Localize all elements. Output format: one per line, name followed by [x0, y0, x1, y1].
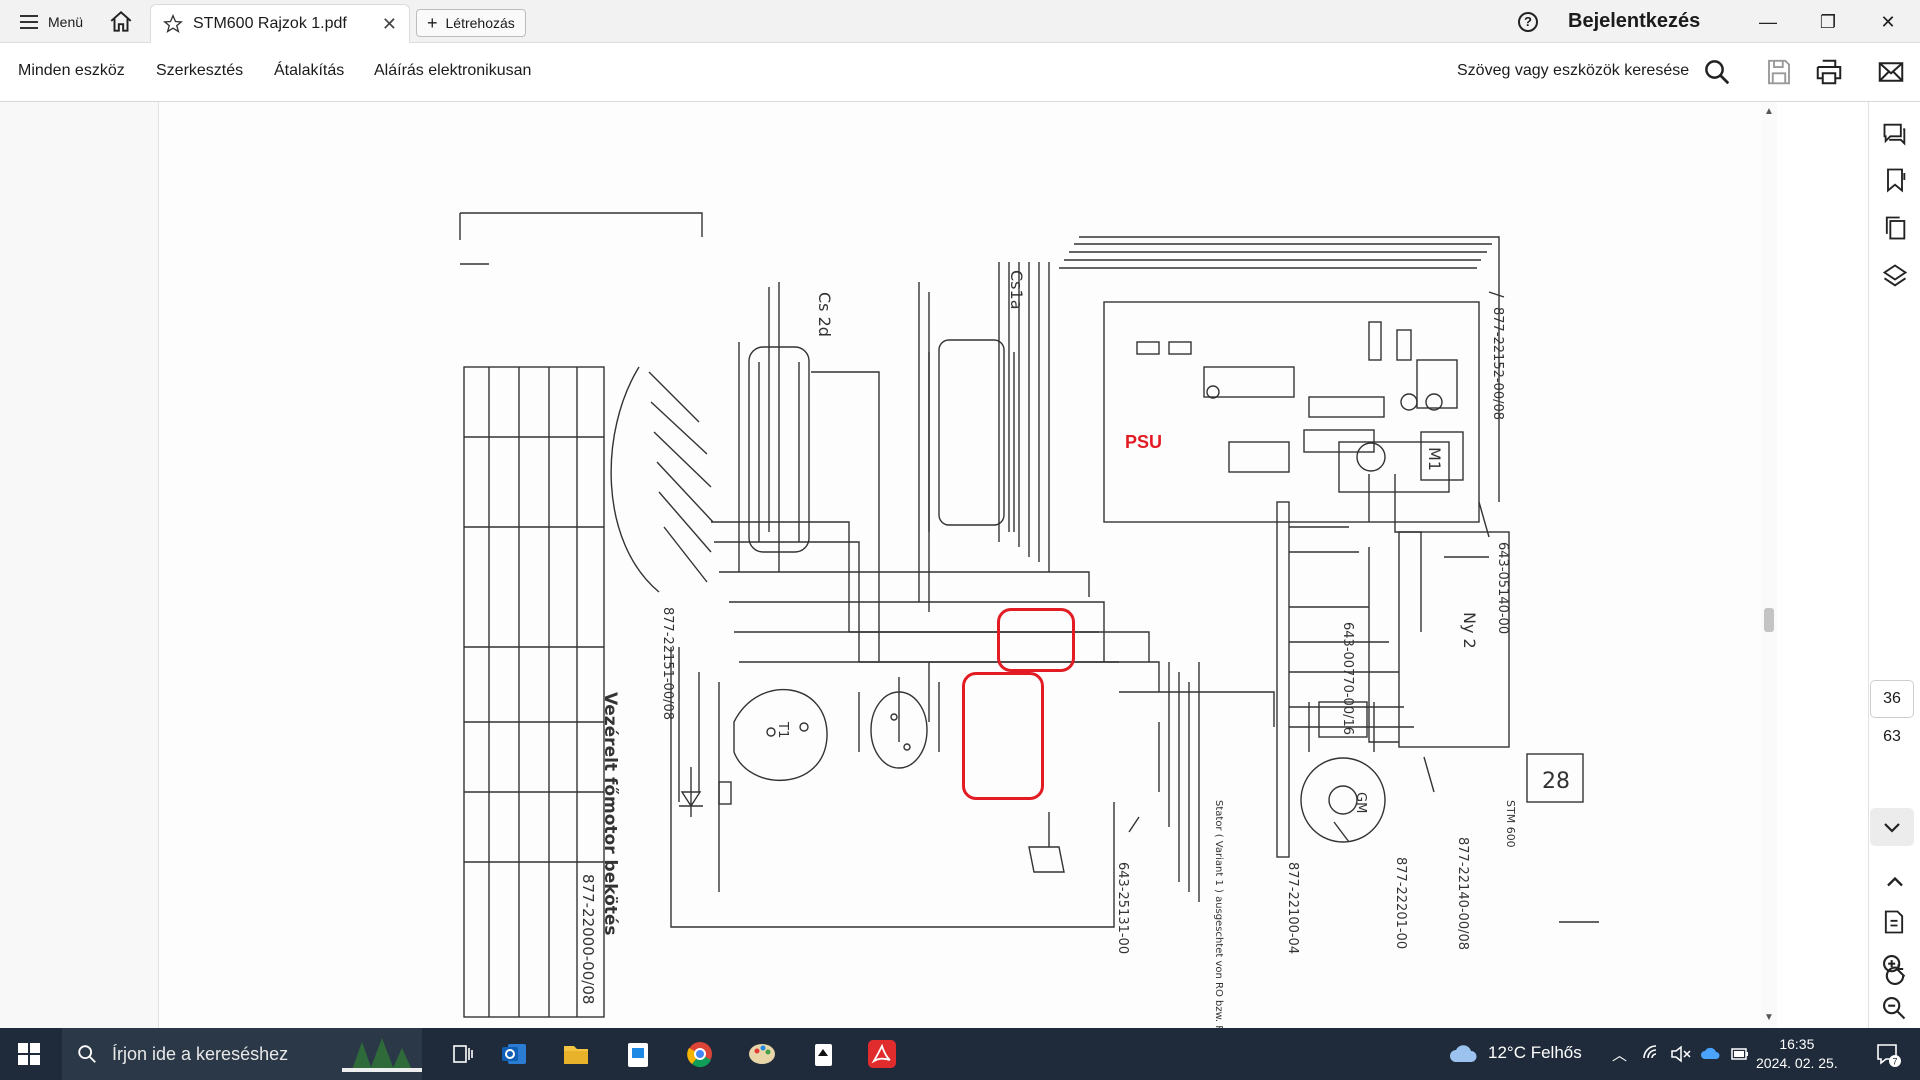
tab-close-icon[interactable]: ✕ — [382, 14, 397, 35]
drawing-title: Vezérelt főmotor bekötés — [600, 692, 620, 936]
menu-edit[interactable]: Szerkesztés — [156, 62, 243, 80]
zoom-out-icon[interactable] — [1880, 994, 1908, 1022]
sheet-number: 28 — [1542, 769, 1570, 794]
connector-cs1a: Cs1a — [1007, 270, 1026, 310]
page-down-icon — [1884, 823, 1900, 833]
comments-icon[interactable] — [1881, 120, 1909, 148]
series-label: STM 600 — [1504, 800, 1517, 848]
pages-icon[interactable] — [1881, 214, 1909, 242]
outlook-icon[interactable] — [492, 1036, 536, 1072]
drawing-number: 877-22000-00/08 — [579, 874, 597, 1004]
scroll-thumb[interactable] — [1764, 608, 1774, 632]
remote-app-icon[interactable] — [616, 1036, 660, 1072]
total-pages: 63 — [1883, 728, 1901, 745]
menu-label: Menü — [48, 14, 84, 30]
network-icon[interactable] — [1642, 1044, 1662, 1064]
layers-icon[interactable] — [1881, 262, 1909, 290]
cable-code-4: 877-22201-00 — [1393, 857, 1408, 949]
cable-code-2: 877-22151-00/08 — [660, 607, 675, 720]
email-icon[interactable] — [1876, 57, 1906, 87]
home-icon[interactable] — [108, 9, 134, 35]
cable-code-6: 643-00770-00/16 — [1340, 622, 1355, 735]
menu-e-sign[interactable]: Aláírás elektronikusan — [374, 62, 531, 80]
component-t1: T1 — [775, 721, 790, 738]
wiring-schematic: Vezérelt főmotor bekötés 877-22000-00/08… — [459, 212, 1599, 1028]
cable-code-1: 877-22152-00/08 — [1490, 307, 1505, 420]
chrome-icon[interactable] — [678, 1036, 722, 1072]
menu-convert[interactable]: Átalakítás — [274, 62, 344, 80]
cable-code-5: 877-22140-00/08 — [1455, 837, 1470, 950]
file-explorer-icon[interactable] — [554, 1036, 598, 1072]
restore-button[interactable]: ❐ — [1812, 8, 1844, 36]
plus-icon: + — [427, 12, 438, 33]
menu-button[interactable]: Menü — [12, 8, 91, 36]
volume-muted-icon[interactable] — [1670, 1044, 1692, 1064]
fit-page-icon[interactable] — [1880, 908, 1908, 936]
winter-trees-icon — [342, 1038, 422, 1072]
task-view-icon[interactable] — [440, 1036, 484, 1072]
create-button[interactable]: + Létrehozás — [416, 9, 526, 37]
psu-annotation: PSU — [1125, 432, 1163, 452]
help-icon[interactable]: ? — [1518, 12, 1538, 32]
clock-time: 16:35 — [1779, 1036, 1815, 1052]
menu-all-tools[interactable]: Minden eszköz — [18, 62, 125, 80]
windows-start-icon[interactable] — [18, 1043, 40, 1065]
title-bar: Menü STM600 Rajzok 1.pdf ✕ + Létrehozás … — [0, 0, 1920, 43]
current-page-input[interactable]: 36 — [1870, 680, 1914, 718]
weather-text: 12°C Felhős — [1488, 1043, 1582, 1062]
create-label: Létrehozás — [445, 15, 515, 31]
connector-ny2: Ny 2 — [1460, 612, 1479, 649]
windows-taskbar: Írjon ide a kereséshez 12°C Felhős ︿ 16:… — [0, 1028, 1920, 1080]
solitaire-icon[interactable] — [802, 1036, 846, 1072]
signin-link[interactable]: Bejelentkezés — [1568, 10, 1700, 33]
cable-code-3: 877-22100-04 — [1285, 862, 1300, 954]
bookmark-icon[interactable] — [1881, 166, 1909, 194]
scroll-up-icon[interactable]: ▲ — [1761, 106, 1777, 117]
main-toolbar: Minden eszköz Szerkesztés Átalakítás Alá… — [0, 43, 1920, 102]
cable-code-7: 643-05140-00 — [1495, 542, 1510, 634]
clock-date: 2024. 02. 25. — [1756, 1055, 1838, 1071]
print-icon[interactable] — [1814, 57, 1844, 87]
page-down-button[interactable] — [1870, 808, 1914, 846]
battery-icon[interactable] — [1730, 1044, 1750, 1064]
vertical-scrollbar[interactable]: ▲ ▼ — [1761, 102, 1777, 1028]
highlight-box-component — [997, 608, 1075, 672]
taskbar-search[interactable]: Írjon ide a kereséshez — [62, 1028, 422, 1080]
minimize-button[interactable]: — — [1752, 8, 1784, 36]
stator-note: Stator ( Variant 1 ) ausgeschtet von RO … — [1213, 800, 1224, 1028]
notification-count: 7 — [1893, 1057, 1898, 1067]
connector-cs2d: Cs 2d — [815, 292, 834, 337]
star-icon[interactable] — [163, 14, 183, 34]
highlight-box-note — [962, 672, 1044, 800]
component-gm: GM — [1353, 792, 1368, 813]
zoom-in-icon[interactable] — [1880, 952, 1908, 980]
notification-center-icon[interactable]: 7 — [1874, 1040, 1902, 1068]
scroll-down-icon[interactable]: ▼ — [1761, 1012, 1777, 1023]
tab-title: STM600 Rajzok 1.pdf — [193, 15, 347, 32]
paint-icon[interactable] — [740, 1036, 784, 1072]
search-tools-input[interactable]: Szöveg vagy eszközök keresése — [1457, 62, 1689, 80]
cloud-icon — [1450, 1045, 1477, 1062]
pdf-page[interactable]: Vezérelt főmotor bekötés 877-22000-00/08… — [158, 102, 1761, 1028]
connector-m1: M1 — [1425, 447, 1444, 471]
acrobat-icon[interactable] — [860, 1036, 904, 1072]
document-tab[interactable]: STM600 Rajzok 1.pdf ✕ — [150, 4, 410, 43]
page-up-icon[interactable] — [1881, 868, 1909, 896]
close-window-button[interactable]: ✕ — [1872, 8, 1904, 36]
tray-overflow-icon[interactable]: ︿ — [1612, 1044, 1627, 1065]
taskbar-search-icon — [78, 1045, 96, 1063]
hamburger-icon — [20, 15, 38, 29]
save-icon[interactable] — [1764, 57, 1794, 87]
cable-code-8: 643-25131-00 — [1115, 862, 1130, 954]
search-icon[interactable] — [1702, 57, 1732, 87]
system-clock[interactable]: 16:35 2024. 02. 25. — [1756, 1035, 1838, 1073]
onedrive-icon[interactable] — [1700, 1044, 1722, 1064]
taskbar-search-placeholder: Írjon ide a kereséshez — [112, 1043, 289, 1064]
weather-widget[interactable]: 12°C Felhős — [1448, 1042, 1582, 1064]
right-tool-rail — [1868, 102, 1920, 1028]
